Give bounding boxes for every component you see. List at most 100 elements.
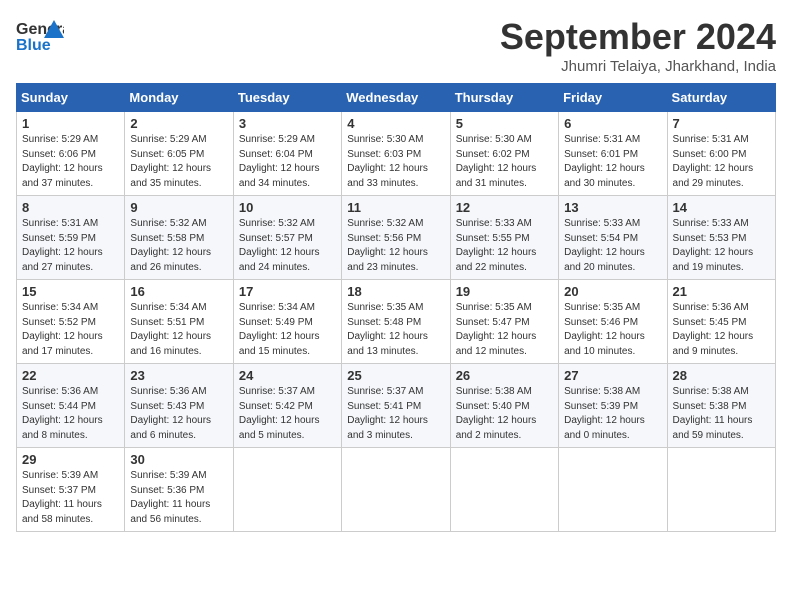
column-header-sunday: Sunday: [17, 84, 125, 112]
cell-info: Sunrise: 5:35 AMSunset: 5:46 PMDaylight:…: [564, 301, 661, 359]
cell-info: Sunrise: 5:36 AMSunset: 5:43 PMDaylight:…: [130, 385, 227, 443]
day-number: 29: [22, 452, 119, 467]
day-number: 30: [130, 452, 227, 467]
calendar-week-row: 8 Sunrise: 5:31 AMSunset: 5:59 PMDaylight…: [17, 196, 776, 280]
day-number: 8: [22, 200, 119, 215]
calendar-cell: 23Sunrise: 5:36 AMSunset: 5:43 PMDayligh…: [125, 364, 233, 448]
svg-text:Blue: Blue: [16, 37, 51, 54]
day-number: 17: [239, 284, 336, 299]
calendar-cell: 18Sunrise: 5:35 AMSunset: 5:48 PMDayligh…: [342, 280, 450, 364]
calendar-cell: 3 Sunrise: 5:29 AMSunset: 6:04 PMDaylight…: [233, 112, 341, 196]
day-number: 12: [456, 200, 553, 215]
calendar-cell: 14 Sunrise: 5:33 AMSunset: 5:53 PMDayligh…: [667, 196, 775, 280]
calendar-cell: 12 Sunrise: 5:33 AMSunset: 5:55 PMDayligh…: [450, 196, 558, 280]
day-number: 22: [22, 368, 119, 383]
day-number: 20: [564, 284, 661, 299]
cell-info: Sunrise: 5:33 AMSunset: 5:54 PMDaylight:…: [564, 217, 661, 275]
calendar-week-row: 22 Sunrise: 5:36 AMSunset: 5:44 PMDayligh…: [17, 364, 776, 448]
cell-info: Sunrise: 5:30 AMSunset: 6:03 PMDaylight:…: [347, 133, 444, 191]
calendar-cell: 25Sunrise: 5:37 AMSunset: 5:41 PMDayligh…: [342, 364, 450, 448]
day-number: 10: [239, 200, 336, 215]
calendar-cell: 2 Sunrise: 5:29 AMSunset: 6:05 PMDaylight…: [125, 112, 233, 196]
cell-info: Sunrise: 5:29 AMSunset: 6:05 PMDaylight:…: [130, 133, 227, 191]
column-header-friday: Friday: [559, 84, 667, 112]
calendar-cell: [342, 448, 450, 532]
calendar-cell: 6 Sunrise: 5:31 AMSunset: 6:01 PMDaylight…: [559, 112, 667, 196]
cell-info: Sunrise: 5:38 AMSunset: 5:38 PMDaylight:…: [673, 385, 770, 443]
cell-info: Sunrise: 5:32 AMSunset: 5:57 PMDaylight:…: [239, 217, 336, 275]
cell-info: Sunrise: 5:33 AMSunset: 5:53 PMDaylight:…: [673, 217, 770, 275]
calendar-cell: 9 Sunrise: 5:32 AMSunset: 5:58 PMDaylight…: [125, 196, 233, 280]
column-header-thursday: Thursday: [450, 84, 558, 112]
cell-info: Sunrise: 5:31 AMSunset: 6:01 PMDaylight:…: [564, 133, 661, 191]
day-number: 26: [456, 368, 553, 383]
location-subtitle: Jhumri Telaiya, Jharkhand, India: [500, 58, 776, 75]
column-header-tuesday: Tuesday: [233, 84, 341, 112]
calendar-cell: 4 Sunrise: 5:30 AMSunset: 6:03 PMDaylight…: [342, 112, 450, 196]
cell-info: Sunrise: 5:34 AMSunset: 5:49 PMDaylight:…: [239, 301, 336, 359]
calendar-week-row: 15 Sunrise: 5:34 AMSunset: 5:52 PMDayligh…: [17, 280, 776, 364]
cell-info: Sunrise: 5:38 AMSunset: 5:39 PMDaylight:…: [564, 385, 661, 443]
day-number: 6: [564, 116, 661, 131]
cell-info: Sunrise: 5:39 AMSunset: 5:36 PMDaylight:…: [130, 469, 227, 527]
day-number: 2: [130, 116, 227, 131]
calendar-cell: 27 Sunrise: 5:38 AMSunset: 5:39 PMDayligh…: [559, 364, 667, 448]
calendar-cell: 11 Sunrise: 5:32 AMSunset: 5:56 PMDayligh…: [342, 196, 450, 280]
cell-info: Sunrise: 5:35 AMSunset: 5:48 PMDaylight:…: [347, 301, 444, 359]
cell-info: Sunrise: 5:31 AMSunset: 5:59 PMDaylight:…: [22, 217, 119, 275]
day-number: 14: [673, 200, 770, 215]
calendar-cell: 1 Sunrise: 5:29 AMSunset: 6:06 PMDaylight…: [17, 112, 125, 196]
cell-info: Sunrise: 5:32 AMSunset: 5:58 PMDaylight:…: [130, 217, 227, 275]
cell-info: Sunrise: 5:38 AMSunset: 5:40 PMDaylight:…: [456, 385, 553, 443]
cell-info: Sunrise: 5:29 AMSunset: 6:06 PMDaylight:…: [22, 133, 119, 191]
calendar-cell: 28 Sunrise: 5:38 AMSunset: 5:38 PMDayligh…: [667, 364, 775, 448]
cell-info: Sunrise: 5:39 AMSunset: 5:37 PMDaylight:…: [22, 469, 119, 527]
calendar-cell: [667, 448, 775, 532]
day-number: 24: [239, 368, 336, 383]
cell-info: Sunrise: 5:32 AMSunset: 5:56 PMDaylight:…: [347, 217, 444, 275]
cell-info: Sunrise: 5:29 AMSunset: 6:04 PMDaylight:…: [239, 133, 336, 191]
day-number: 3: [239, 116, 336, 131]
cell-info: Sunrise: 5:30 AMSunset: 6:02 PMDaylight:…: [456, 133, 553, 191]
calendar-cell: 20 Sunrise: 5:35 AMSunset: 5:46 PMDayligh…: [559, 280, 667, 364]
calendar-cell: 10 Sunrise: 5:32 AMSunset: 5:57 PMDayligh…: [233, 196, 341, 280]
calendar-cell: 8 Sunrise: 5:31 AMSunset: 5:59 PMDaylight…: [17, 196, 125, 280]
calendar-table: SundayMondayTuesdayWednesdayThursdayFrid…: [16, 83, 776, 532]
day-number: 7: [673, 116, 770, 131]
column-header-wednesday: Wednesday: [342, 84, 450, 112]
cell-info: Sunrise: 5:34 AMSunset: 5:52 PMDaylight:…: [22, 301, 119, 359]
calendar-cell: 13Sunrise: 5:33 AMSunset: 5:54 PMDayligh…: [559, 196, 667, 280]
calendar-cell: [450, 448, 558, 532]
month-title: September 2024: [500, 16, 776, 58]
page-header: General Blue September 2024 Jhumri Telai…: [16, 16, 776, 75]
cell-info: Sunrise: 5:35 AMSunset: 5:47 PMDaylight:…: [456, 301, 553, 359]
cell-info: Sunrise: 5:31 AMSunset: 6:00 PMDaylight:…: [673, 133, 770, 191]
calendar-cell: 24Sunrise: 5:37 AMSunset: 5:42 PMDayligh…: [233, 364, 341, 448]
calendar-cell: 19Sunrise: 5:35 AMSunset: 5:47 PMDayligh…: [450, 280, 558, 364]
day-number: 1: [22, 116, 119, 131]
day-number: 27: [564, 368, 661, 383]
day-number: 11: [347, 200, 444, 215]
day-number: 15: [22, 284, 119, 299]
calendar-cell: 22 Sunrise: 5:36 AMSunset: 5:44 PMDayligh…: [17, 364, 125, 448]
cell-info: Sunrise: 5:36 AMSunset: 5:44 PMDaylight:…: [22, 385, 119, 443]
day-number: 28: [673, 368, 770, 383]
calendar-cell: 5Sunrise: 5:30 AMSunset: 6:02 PMDaylight…: [450, 112, 558, 196]
title-block: September 2024 Jhumri Telaiya, Jharkhand…: [500, 16, 776, 75]
column-header-monday: Monday: [125, 84, 233, 112]
day-number: 16: [130, 284, 227, 299]
cell-info: Sunrise: 5:36 AMSunset: 5:45 PMDaylight:…: [673, 301, 770, 359]
day-number: 4: [347, 116, 444, 131]
calendar-cell: [559, 448, 667, 532]
column-header-saturday: Saturday: [667, 84, 775, 112]
calendar-cell: 21 Sunrise: 5:36 AMSunset: 5:45 PMDayligh…: [667, 280, 775, 364]
day-number: 9: [130, 200, 227, 215]
calendar-week-row: 1 Sunrise: 5:29 AMSunset: 6:06 PMDaylight…: [17, 112, 776, 196]
day-number: 21: [673, 284, 770, 299]
calendar-cell: 26 Sunrise: 5:38 AMSunset: 5:40 PMDayligh…: [450, 364, 558, 448]
logo-icon: General Blue: [16, 16, 64, 56]
calendar-cell: 30 Sunrise: 5:39 AMSunset: 5:36 PMDayligh…: [125, 448, 233, 532]
cell-info: Sunrise: 5:37 AMSunset: 5:41 PMDaylight:…: [347, 385, 444, 443]
cell-info: Sunrise: 5:33 AMSunset: 5:55 PMDaylight:…: [456, 217, 553, 275]
calendar-body: 1 Sunrise: 5:29 AMSunset: 6:06 PMDaylight…: [17, 112, 776, 532]
